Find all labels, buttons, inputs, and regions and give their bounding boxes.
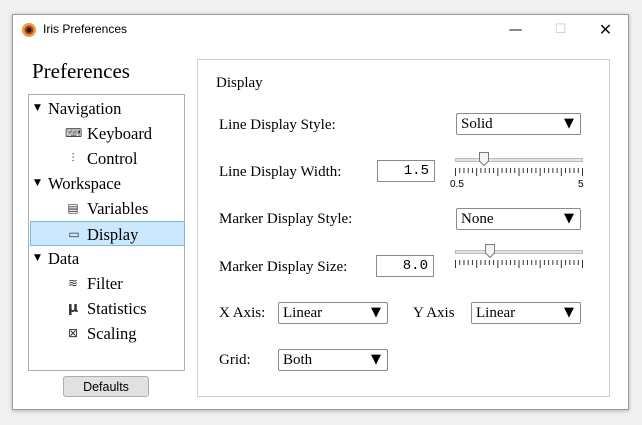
filter-icon: ≋ bbox=[67, 276, 79, 290]
tree-item-label: Display bbox=[87, 225, 139, 244]
slider-thumb[interactable] bbox=[478, 152, 489, 166]
marker-style-dropdown[interactable]: None ▼ bbox=[456, 208, 581, 230]
tree-item-display[interactable]: ▭ Display bbox=[30, 221, 185, 246]
slider-ticks bbox=[455, 168, 583, 176]
expand-arrow-icon[interactable]: ▼ bbox=[34, 96, 41, 121]
sliders-icon: ⫶ bbox=[71, 151, 75, 165]
tree-item-label: Control bbox=[87, 149, 138, 168]
sidebar-title: Preferences bbox=[32, 59, 130, 83]
scaling-icon: ⊠ bbox=[67, 326, 79, 340]
marker-style-label: Marker Display Style: bbox=[219, 211, 353, 227]
expand-arrow-icon[interactable]: ▼ bbox=[34, 246, 41, 271]
tree-category-label: Data bbox=[48, 249, 80, 268]
title-bar[interactable]: Iris Preferences — ☐ ✕ bbox=[13, 15, 628, 45]
marker-size-label: Marker Display Size: bbox=[219, 259, 348, 275]
iris-app-icon bbox=[22, 23, 36, 37]
chevron-down-icon: ▼ bbox=[371, 352, 381, 367]
grid-dropdown[interactable]: Both ▼ bbox=[278, 349, 388, 371]
line-style-label: Line Display Style: bbox=[219, 117, 336, 133]
line-width-label: Line Display Width: bbox=[219, 164, 342, 180]
tree-category-label: Navigation bbox=[48, 99, 122, 118]
tree-category-data[interactable]: ▼ Data bbox=[30, 246, 185, 271]
preferences-window: Iris Preferences — ☐ ✕ Preferences ▼ Nav… bbox=[12, 14, 629, 410]
close-button[interactable]: ✕ bbox=[583, 15, 628, 45]
tree-category-workspace[interactable]: ▼ Workspace bbox=[30, 171, 185, 196]
slider-track bbox=[455, 250, 583, 254]
tree-item-label: Statistics bbox=[87, 299, 147, 318]
dropdown-value: Both bbox=[283, 352, 313, 368]
line-width-slider[interactable] bbox=[455, 152, 583, 182]
tree-item-variables[interactable]: ▤ Variables bbox=[30, 196, 185, 221]
defaults-button[interactable]: Defaults bbox=[63, 376, 149, 397]
marker-size-field[interactable]: 8.0 bbox=[376, 255, 434, 277]
grid-label: Grid: bbox=[219, 352, 251, 368]
dropdown-value: None bbox=[461, 211, 494, 227]
dropdown-value: Solid bbox=[461, 116, 493, 132]
tree-item-keyboard[interactable]: ⌨ Keyboard bbox=[30, 121, 185, 146]
dropdown-value: Linear bbox=[283, 305, 323, 321]
keyboard-icon: ⌨ bbox=[65, 126, 83, 140]
tree-item-label: Keyboard bbox=[87, 124, 153, 143]
slider-track bbox=[455, 158, 583, 162]
minimize-button[interactable]: — bbox=[493, 15, 538, 45]
x-axis-dropdown[interactable]: Linear ▼ bbox=[278, 302, 388, 324]
line-style-dropdown[interactable]: Solid ▼ bbox=[456, 113, 581, 135]
marker-size-slider[interactable] bbox=[455, 244, 583, 274]
preferences-tree[interactable]: ▼ Navigation ⌨ Keyboard ⫶ Control ▼ Work… bbox=[28, 94, 185, 371]
tree-item-control[interactable]: ⫶ Control bbox=[30, 146, 185, 171]
variables-icon: ▤ bbox=[67, 201, 79, 215]
panel-title: Display bbox=[216, 75, 263, 91]
tree-category-navigation[interactable]: ▼ Navigation bbox=[30, 96, 185, 121]
slider-min-label: 0.5 bbox=[450, 179, 464, 190]
tree-category-label: Workspace bbox=[48, 174, 121, 193]
display-settings-panel: Display Line Display Style: Solid ▼ Line… bbox=[197, 59, 610, 397]
tree-item-label: Variables bbox=[87, 199, 149, 218]
display-icon: ▭ bbox=[68, 227, 80, 241]
expand-arrow-icon[interactable]: ▼ bbox=[34, 171, 41, 196]
mu-icon: μ bbox=[67, 300, 79, 316]
y-axis-label: Y Axis bbox=[413, 305, 455, 321]
slider-thumb[interactable] bbox=[484, 244, 495, 258]
maximize-button[interactable]: ☐ bbox=[538, 15, 583, 45]
tree-item-filter[interactable]: ≋ Filter bbox=[30, 271, 185, 296]
slider-max-label: 5 bbox=[578, 179, 584, 190]
chevron-down-icon: ▼ bbox=[564, 116, 574, 131]
chevron-down-icon: ▼ bbox=[564, 305, 574, 320]
tree-item-statistics[interactable]: μ Statistics bbox=[30, 296, 185, 321]
tree-item-label: Scaling bbox=[87, 324, 137, 343]
slider-ticks bbox=[455, 260, 583, 268]
tree-item-label: Filter bbox=[87, 274, 123, 293]
y-axis-dropdown[interactable]: Linear ▼ bbox=[471, 302, 581, 324]
tree-item-scaling[interactable]: ⊠ Scaling bbox=[30, 321, 185, 346]
x-axis-label: X Axis: bbox=[219, 305, 266, 321]
line-width-field[interactable]: 1.5 bbox=[377, 160, 435, 182]
dropdown-value: Linear bbox=[476, 305, 516, 321]
chevron-down-icon: ▼ bbox=[371, 305, 381, 320]
chevron-down-icon: ▼ bbox=[564, 211, 574, 226]
window-title: Iris Preferences bbox=[43, 22, 128, 36]
